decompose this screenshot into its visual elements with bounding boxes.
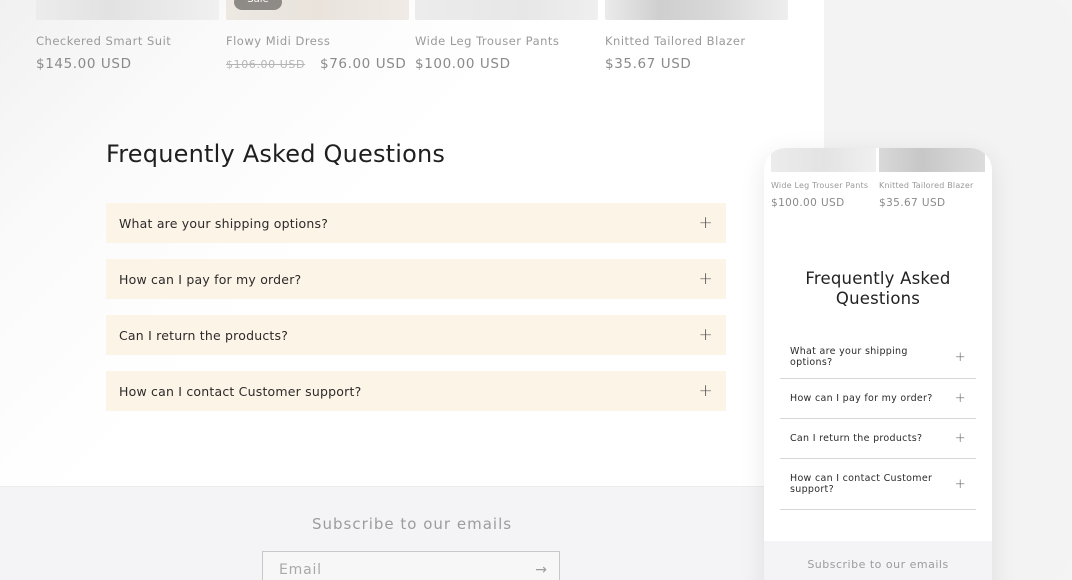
product-price: $100.00 USD xyxy=(771,197,845,209)
plus-icon[interactable]: + xyxy=(699,270,713,288)
product-name[interactable]: Flowy Midi Dress xyxy=(226,34,330,48)
product-name[interactable]: Wide Leg Trouser Pants xyxy=(771,181,868,190)
product-image-mobile-1[interactable] xyxy=(771,148,876,172)
arrow-right-icon[interactable]: → xyxy=(535,562,547,578)
faq-title-line: Questions xyxy=(835,289,921,308)
faq-question: How can I pay for my order? xyxy=(790,393,933,404)
product-price: $35.67 USD xyxy=(605,56,692,72)
faq-item-shipping[interactable]: What are your shipping options? + xyxy=(106,203,726,243)
faq-item-returns[interactable]: Can I return the products? + xyxy=(106,315,726,355)
faq-question: What are your shipping options? xyxy=(119,215,329,231)
faq-item-shipping-mobile[interactable]: What are your shipping options? + xyxy=(780,336,976,379)
canvas: Sale Checkered Smart Suit Flowy Midi Dre… xyxy=(0,0,1072,580)
product-name[interactable]: Checkered Smart Suit xyxy=(36,34,171,48)
mobile-preview: Wide Leg Trouser Pants Knitted Tailored … xyxy=(764,148,992,580)
email-input[interactable]: Email → xyxy=(262,551,560,580)
plus-icon[interactable]: + xyxy=(955,351,966,364)
faq-item-contact-mobile[interactable]: How can I contact Customer support? + xyxy=(780,459,976,510)
faq-question: How can I contact Customer support? xyxy=(119,383,362,399)
faq-item-payment-mobile[interactable]: How can I pay for my order? + xyxy=(780,379,976,419)
plus-icon[interactable]: + xyxy=(955,478,966,491)
faq-item-contact[interactable]: How can I contact Customer support? + xyxy=(106,371,726,411)
plus-icon[interactable]: + xyxy=(699,326,713,344)
product-name[interactable]: Knitted Tailored Blazer xyxy=(879,181,973,190)
faq-item-payment[interactable]: How can I pay for my order? + xyxy=(106,259,726,299)
product-image-4[interactable] xyxy=(605,0,788,20)
faq-question: What are your shipping options? xyxy=(790,346,908,368)
plus-icon[interactable]: + xyxy=(699,214,713,232)
newsletter-title: Subscribe to our emails xyxy=(311,515,513,533)
sale-badge: Sale xyxy=(234,0,282,10)
faq-question: Can I return the products? xyxy=(790,433,923,444)
faq-item-returns-mobile[interactable]: Can I return the products? + xyxy=(780,419,976,459)
sale-price: $76.00 USD xyxy=(320,56,407,72)
faq-question: Can I return the products? xyxy=(119,327,289,343)
faq-question: How can I contact Customer support? xyxy=(790,473,933,495)
product-name[interactable]: Knitted Tailored Blazer xyxy=(605,34,746,48)
faq-title-line: Frequently Asked xyxy=(805,269,951,288)
product-price: $145.00 USD xyxy=(36,56,132,72)
plus-icon[interactable]: + xyxy=(955,392,966,405)
newsletter-title-mobile: Subscribe to our emails xyxy=(807,558,949,571)
faq-title-mobile: Frequently Asked Questions xyxy=(764,269,992,309)
desktop-store-page: Sale Checkered Smart Suit Flowy Midi Dre… xyxy=(0,0,824,580)
faq-title: Frequently Asked Questions xyxy=(106,140,446,168)
plus-icon[interactable]: + xyxy=(955,432,966,445)
product-price: $35.67 USD xyxy=(879,197,946,209)
email-placeholder: Email xyxy=(279,562,322,578)
product-price: $100.00 USD xyxy=(415,56,511,72)
product-name[interactable]: Wide Leg Trouser Pants xyxy=(415,34,559,48)
plus-icon[interactable]: + xyxy=(699,382,713,400)
product-price-group: $106.00 USD $76.00 USD xyxy=(226,56,406,72)
faq-question: How can I pay for my order? xyxy=(119,271,302,287)
product-image-3[interactable] xyxy=(415,0,598,20)
product-image-mobile-2[interactable] xyxy=(879,148,985,172)
product-image-1[interactable] xyxy=(36,0,219,20)
compare-at-price: $106.00 USD xyxy=(226,58,306,71)
